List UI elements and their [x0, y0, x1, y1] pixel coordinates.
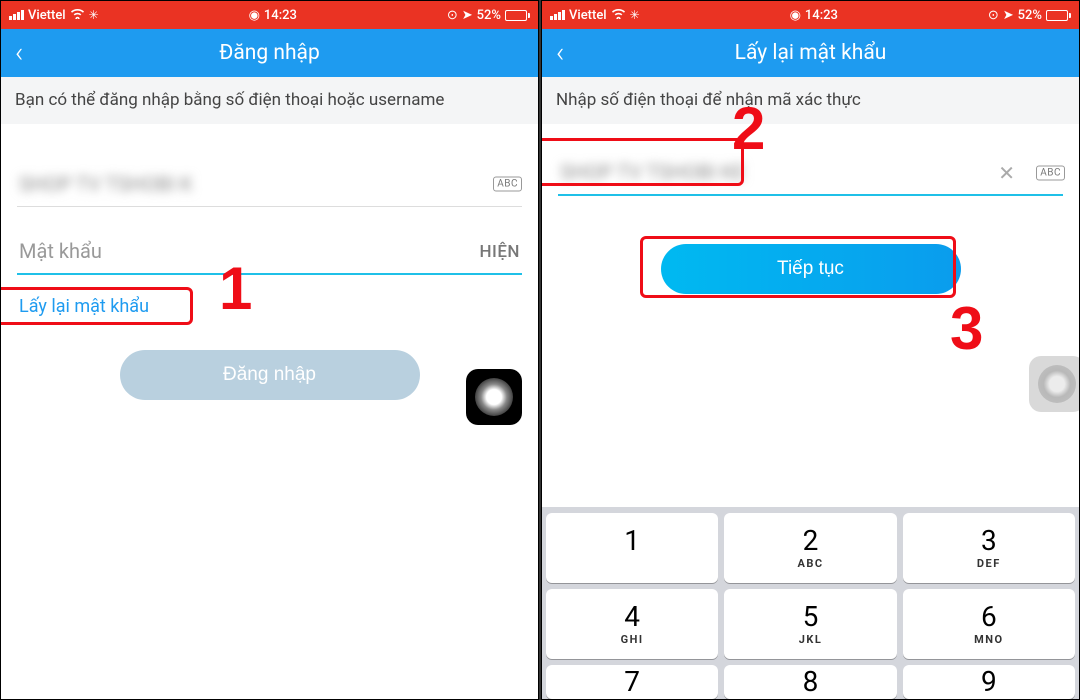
forgot-password-link[interactable]: Lấy lại mật khẩu: [17, 293, 151, 320]
loading-icon: ✳: [630, 8, 640, 22]
status-bar: Viettel ✳ ◉ 14:23 ⊙ ➤ 52%: [542, 1, 1079, 29]
key-6[interactable]: 6MNO: [903, 589, 1075, 659]
battery-icon: [1046, 10, 1071, 21]
login-button[interactable]: Đăng nhập: [120, 350, 420, 400]
wifi-icon: [70, 8, 85, 23]
nav-bar: ‹ Lấy lại mật khẩu: [542, 29, 1079, 77]
numeric-keypad: 1 2ABC 3DEF 4GHI 5JKL 6MNO 7PQRS 8TUV 9W…: [542, 507, 1079, 699]
callout-number-3: 3: [950, 294, 983, 363]
key-7[interactable]: 7PQRS: [546, 665, 718, 699]
key-3[interactable]: 3DEF: [903, 513, 1075, 583]
key-5[interactable]: 5JKL: [724, 589, 896, 659]
abc-chip[interactable]: ABC: [493, 177, 522, 192]
key-9[interactable]: 9WXYZ: [903, 665, 1075, 699]
username-field-row: SHOP TV TSHOBI K ABC: [17, 162, 522, 207]
loading-icon: ✳: [89, 8, 99, 22]
info-banner: Bạn có thể đăng nhập bằng số điện thoại …: [1, 77, 538, 124]
clock-label: 14:23: [264, 8, 297, 23]
battery-label: 52%: [1018, 8, 1042, 23]
phone-input[interactable]: SHOP TV TSHOBI KE: [558, 150, 1063, 196]
key-4[interactable]: 4GHI: [546, 589, 718, 659]
info-banner: Nhập số điện thoại để nhận mã xác thực: [542, 77, 1079, 124]
wifi-icon: [611, 8, 626, 23]
alarm-icon: ⊙: [447, 8, 458, 23]
signal-icon: [9, 10, 24, 20]
password-field-row: Mật khẩu HIỆN: [17, 229, 522, 275]
back-button[interactable]: ‹: [542, 39, 578, 67]
alarm-icon: ⊙: [988, 8, 999, 23]
battery-icon: [505, 10, 530, 21]
carrier-label: Viettel: [569, 8, 607, 23]
location-icon: ➤: [462, 8, 473, 23]
password-input[interactable]: Mật khẩu: [17, 229, 522, 275]
page-title: Lấy lại mật khẩu: [542, 41, 1079, 65]
nav-bar: ‹ Đăng nhập: [1, 29, 538, 77]
location-icon: ➤: [1003, 8, 1014, 23]
clear-icon[interactable]: ✕: [998, 161, 1015, 185]
page-title: Đăng nhập: [1, 41, 538, 65]
abc-chip[interactable]: ABC: [1036, 165, 1065, 180]
carrier-label: Viettel: [28, 8, 66, 23]
back-button[interactable]: ‹: [1, 39, 37, 67]
key-1[interactable]: 1: [546, 513, 718, 583]
signal-icon: [550, 10, 565, 20]
clock-label: 14:23: [805, 8, 838, 23]
status-bar: Viettel ✳ ◉ 14:23 ⊙ ➤ 52%: [1, 1, 538, 29]
show-password-button[interactable]: HIỆN: [479, 242, 520, 262]
phone-left: Viettel ✳ ◉ 14:23 ⊙ ➤ 52% ‹ Đăng nhập Bạ…: [0, 0, 539, 700]
battery-label: 52%: [477, 8, 501, 23]
record-icon: ◉: [790, 8, 801, 23]
phone-field-row: SHOP TV TSHOBI KE ✕ ABC: [558, 150, 1063, 196]
assistive-touch-icon[interactable]: [466, 369, 522, 425]
assistive-touch-icon[interactable]: [1029, 356, 1080, 412]
key-8[interactable]: 8TUV: [724, 665, 896, 699]
continue-button[interactable]: Tiếp tục: [661, 244, 961, 294]
key-2[interactable]: 2ABC: [724, 513, 896, 583]
username-input[interactable]: SHOP TV TSHOBI K: [17, 162, 522, 207]
phone-right: Viettel ✳ ◉ 14:23 ⊙ ➤ 52% ‹ Lấy lại mật …: [541, 0, 1080, 700]
record-icon: ◉: [249, 8, 260, 23]
